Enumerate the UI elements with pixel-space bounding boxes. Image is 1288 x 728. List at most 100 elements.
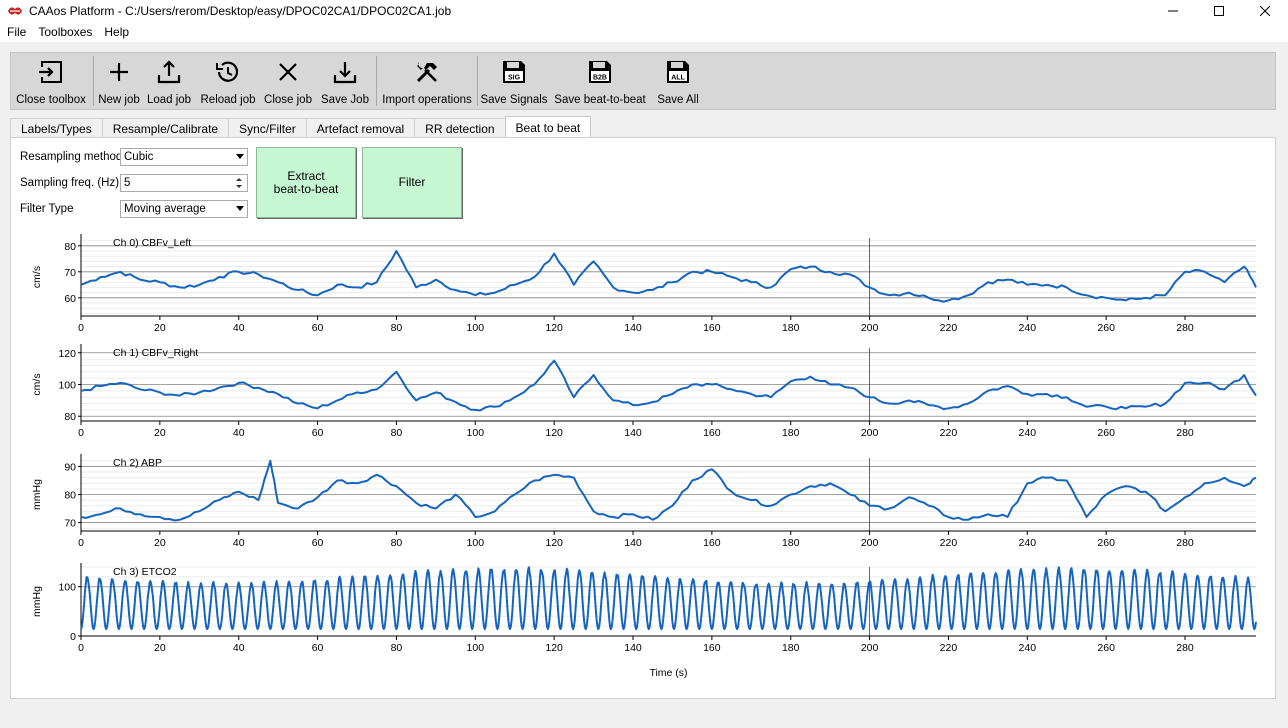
- save-job-button[interactable]: Save Job: [316, 53, 374, 109]
- x-tick-label: 60: [312, 537, 324, 549]
- reload-job-label: Reload job: [200, 94, 256, 106]
- resampling-method-value: Cubic: [124, 151, 154, 163]
- tab-artefact-removal[interactable]: Artefact removal: [305, 118, 416, 138]
- x-tick-label: 240: [1019, 322, 1037, 334]
- x-tick-label: 20: [154, 537, 166, 549]
- x-tick-label: 200: [861, 427, 879, 439]
- x-tick-label: 20: [154, 322, 166, 334]
- close-window-button[interactable]: [1242, 0, 1288, 22]
- menu-file[interactable]: File: [2, 25, 31, 39]
- x-tick-label: 100: [467, 427, 485, 439]
- x-tick-label: 40: [233, 642, 245, 654]
- filter-button[interactable]: Filter: [362, 147, 462, 218]
- y-tick-label: 0: [70, 631, 76, 643]
- menu-help[interactable]: Help: [99, 25, 134, 39]
- minimize-icon: [1168, 10, 1178, 12]
- x-tick-label: 140: [624, 322, 642, 334]
- x-tick-label: 40: [233, 537, 245, 549]
- close-toolbox-label: Close toolbox: [16, 94, 86, 106]
- tab-resample-calibrate[interactable]: Resample/Calibrate: [101, 118, 230, 138]
- sampling-freq-spinbox[interactable]: 5: [120, 174, 248, 192]
- x-axis-label: Time (s): [649, 667, 687, 679]
- y-tick-label: 80: [64, 411, 76, 423]
- x-tick-label: 220: [940, 427, 958, 439]
- svg-text:ALL: ALL: [671, 75, 685, 82]
- load-job-label: Load job: [146, 94, 192, 106]
- maximize-icon: [1214, 6, 1224, 16]
- save-b2b-button[interactable]: B2B Save beat-to-beat: [548, 53, 652, 109]
- toolbar-separator: [376, 56, 377, 106]
- history-icon: [216, 61, 239, 82]
- y-tick-label: 120: [58, 348, 76, 360]
- download-icon: [333, 62, 357, 84]
- y-tick-label: 100: [58, 582, 76, 594]
- upload-icon: [157, 60, 181, 84]
- x-tick-label: 140: [624, 537, 642, 549]
- signal-plots[interactable]: 60 70 80 0 20 40 60 80 100 120 140 160 180 200 220 240 2…: [20, 224, 1266, 688]
- app-logo-icon: [8, 7, 22, 15]
- x-tick-label: 200: [861, 642, 879, 654]
- title-bar: CAAos Platform - C:/Users/rerom/Desktop/…: [0, 0, 1288, 22]
- x-tick-label: 160: [703, 427, 721, 439]
- x-tick-label: 160: [703, 322, 721, 334]
- maximize-button[interactable]: [1196, 0, 1242, 22]
- x-tick-label: 120: [545, 642, 563, 654]
- x-tick-label: 80: [391, 642, 403, 654]
- plus-icon: [110, 63, 128, 81]
- x-tick-label: 280: [1176, 427, 1194, 439]
- save-signals-button[interactable]: SIG Save Signals: [480, 53, 548, 109]
- tab-sync-filter[interactable]: Sync/Filter: [228, 118, 307, 138]
- x-tick-label: 180: [782, 537, 800, 549]
- y-axis-label: cm/s: [31, 373, 43, 395]
- x-tick-label: 220: [940, 322, 958, 334]
- filter-type-label: Filter Type: [20, 203, 74, 215]
- y-tick-label: 90: [64, 461, 76, 473]
- y-axis-label: mmHg: [31, 479, 43, 510]
- filter-type-value: Moving average: [124, 203, 206, 215]
- tab-beat-to-beat[interactable]: Beat to beat: [504, 116, 592, 138]
- x-tick-label: 60: [312, 642, 324, 654]
- x-tick-label: 280: [1176, 322, 1194, 334]
- x-tick-label: 280: [1176, 537, 1194, 549]
- channel-title: Ch 3) ETCO2: [113, 566, 177, 578]
- resampling-method-select[interactable]: Cubic: [120, 148, 248, 166]
- x-tick-label: 20: [154, 642, 166, 654]
- y-axis-label: cm/s: [31, 266, 43, 288]
- y-axis-label: mmHg: [31, 586, 43, 617]
- menu-bar: File Toolboxes Help: [0, 22, 1288, 43]
- x-tick-label: 40: [233, 427, 245, 439]
- resampling-method-label: Resampling method: [20, 151, 123, 163]
- sampling-freq-label: Sampling freq. (Hz): [20, 177, 120, 189]
- close-toolbox-button[interactable]: Close toolbox: [11, 53, 91, 109]
- extract-label-line1: Extract: [287, 168, 325, 183]
- x-tick-label: 220: [940, 537, 958, 549]
- x-tick-label: 40: [233, 322, 245, 334]
- extract-beat-to-beat-button[interactable]: Extract beat-to-beat: [256, 147, 356, 218]
- spin-arrows-icon[interactable]: [235, 176, 245, 190]
- x-tick-label: 240: [1019, 537, 1037, 549]
- save-all-button[interactable]: ALL Save All: [652, 53, 704, 109]
- save-all-label: Save All: [657, 94, 699, 106]
- y-tick-label: 100: [58, 380, 76, 392]
- tab-rr-detection[interactable]: RR detection: [414, 118, 506, 138]
- filter-type-select[interactable]: Moving average: [120, 200, 248, 218]
- tab-labels-types[interactable]: Labels/Types: [10, 118, 103, 138]
- window-title: CAAos Platform - C:/Users/rerom/Desktop/…: [29, 4, 452, 18]
- menu-toolboxes[interactable]: Toolboxes: [33, 25, 97, 39]
- import-operations-label: Import operations: [382, 94, 472, 106]
- x-tick-label: 20: [154, 427, 166, 439]
- new-job-button[interactable]: New job: [96, 53, 142, 109]
- plots-svg: 6070800 20 40 60 80 100 120 140 160 180 200 220 240 2…: [31, 234, 1257, 679]
- import-operations-button[interactable]: Import operations: [379, 53, 475, 109]
- reload-job-button[interactable]: Reload job: [196, 53, 260, 109]
- close-job-button[interactable]: Close job: [260, 53, 316, 109]
- y-tick-label: 80: [64, 490, 76, 502]
- tools-icon: [416, 62, 437, 83]
- x-tick-label: 0: [78, 427, 84, 439]
- beat-to-beat-panel: Resampling method Cubic Sampling freq. (…: [10, 137, 1276, 699]
- x-tick-label: 100: [467, 642, 485, 654]
- load-job-button[interactable]: Load job: [142, 53, 196, 109]
- save-signals-label: Save Signals: [480, 94, 548, 106]
- x-tick-label: 0: [78, 322, 84, 334]
- minimize-button[interactable]: [1150, 0, 1196, 22]
